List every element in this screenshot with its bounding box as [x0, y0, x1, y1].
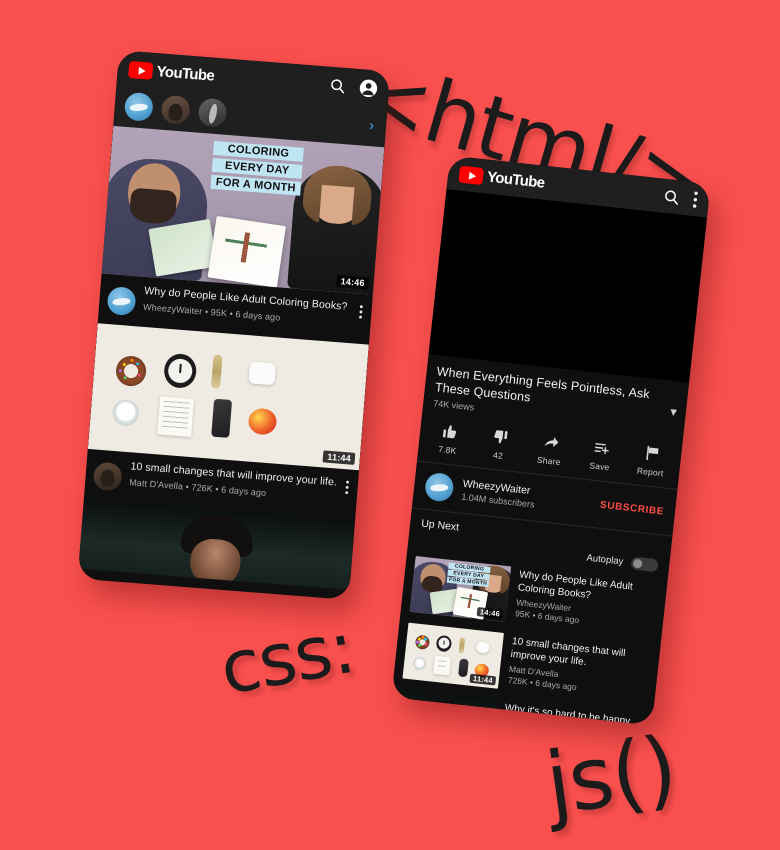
channel-avatar[interactable]	[423, 471, 455, 503]
thumbs-up-icon	[442, 425, 456, 439]
thumbnail-object-apple	[247, 407, 278, 436]
youtube-logo[interactable]: YouTube	[458, 165, 546, 192]
youtube-play-icon	[128, 60, 154, 80]
video-duration-badge: 11:44	[469, 673, 497, 686]
caption-line-3: FOR A MONTH	[210, 174, 302, 196]
decoration-js-label: js()	[540, 718, 682, 836]
youtube-play-icon	[458, 165, 485, 186]
account-avatar-icon[interactable]	[358, 78, 378, 98]
report-button[interactable]: Report	[633, 443, 670, 478]
feed-thumbnail-flatlay[interactable]: 11:44	[87, 323, 369, 471]
like-count: 7.8K	[437, 443, 458, 456]
story-matt-davella[interactable]	[160, 94, 191, 125]
thumbnail-object-water-glass	[111, 398, 140, 427]
video-duration-badge: 14:46	[336, 274, 370, 290]
story-third-channel[interactable]	[197, 97, 228, 128]
overflow-menu-icon[interactable]	[692, 191, 699, 208]
up-next-thumbnail[interactable]: 9:50	[395, 689, 497, 726]
phone-watch-page: YouTube When Everything Feels Pointless,…	[391, 155, 711, 726]
overflow-menu-icon[interactable]	[344, 477, 350, 495]
thumbnail-object-earbuds	[248, 361, 277, 386]
youtube-logo[interactable]: YouTube	[128, 60, 215, 85]
home-screen: YouTube › COLORING EVERY DAY FOR A MONTH…	[77, 50, 391, 600]
thumbnail-object-phone	[211, 398, 233, 438]
youtube-wordmark: YouTube	[486, 168, 546, 192]
watch-screen: YouTube When Everything Feels Pointless,…	[391, 155, 711, 726]
overflow-menu-icon[interactable]	[358, 302, 364, 319]
search-icon[interactable]	[328, 77, 346, 95]
thumbnail-object-donut	[414, 634, 431, 651]
thumbnail-object-water-glass	[412, 656, 427, 671]
video-player[interactable]	[428, 189, 707, 383]
autoplay-toggle[interactable]	[630, 556, 659, 573]
thumbnail-object-phone	[457, 658, 469, 678]
video-duration-badge: 11:44	[322, 450, 356, 465]
thumbnail-object-notebook	[433, 655, 451, 676]
like-button[interactable]: 7.8K	[430, 421, 467, 456]
chevron-right-icon[interactable]: ›	[368, 117, 377, 134]
share-label: Share	[536, 454, 562, 468]
dislike-button[interactable]: 42	[481, 427, 518, 462]
up-next-thumbnail[interactable]: COLORING EVERY DAY FOR A MONTH 14:46	[409, 556, 512, 623]
chevron-down-icon[interactable]: ▾	[670, 404, 678, 420]
thumbnail-object-donut	[114, 354, 148, 388]
decoration-css-label: css:	[214, 604, 360, 711]
thumbnail-object-supplements	[210, 354, 223, 390]
thumbnail-object-notebook	[157, 396, 195, 437]
thumbs-down-icon	[493, 430, 508, 444]
save-icon	[594, 443, 609, 455]
share-icon	[543, 437, 558, 447]
feed-thumbnail-coloring[interactable]: COLORING EVERY DAY FOR A MONTH 14:46	[101, 125, 385, 295]
thumbnail-caption: COLORING EVERY DAY FOR A MONTH	[210, 140, 304, 199]
flag-icon	[645, 445, 659, 461]
save-button[interactable]: Save	[582, 438, 619, 473]
channel-avatar[interactable]	[106, 286, 137, 317]
up-next-thumbnail[interactable]: 11:44	[402, 622, 504, 689]
thumbnail-object-supplements	[458, 637, 466, 654]
thumbnail-caption: COLORING EVERY DAY FOR A MONTH	[446, 562, 491, 588]
report-label: Report	[636, 465, 665, 479]
thumbnail-object-alarm-clock	[162, 352, 198, 390]
channel-avatar[interactable]	[92, 461, 123, 492]
phone-home-feed: YouTube › COLORING EVERY DAY FOR A MONTH…	[77, 50, 391, 600]
autoplay-label: Autoplay	[585, 552, 624, 568]
search-icon[interactable]	[662, 188, 681, 207]
thumbnail-object-alarm-clock	[435, 634, 453, 653]
subscribe-button[interactable]: SUBSCRIBE	[595, 499, 664, 517]
thumbnail-object-earbuds	[475, 641, 490, 654]
share-button[interactable]: Share	[531, 432, 568, 467]
save-label: Save	[588, 460, 611, 473]
dislike-count: 42	[492, 449, 504, 461]
story-wheezywaiter[interactable]	[123, 91, 154, 122]
youtube-wordmark: YouTube	[155, 63, 215, 85]
